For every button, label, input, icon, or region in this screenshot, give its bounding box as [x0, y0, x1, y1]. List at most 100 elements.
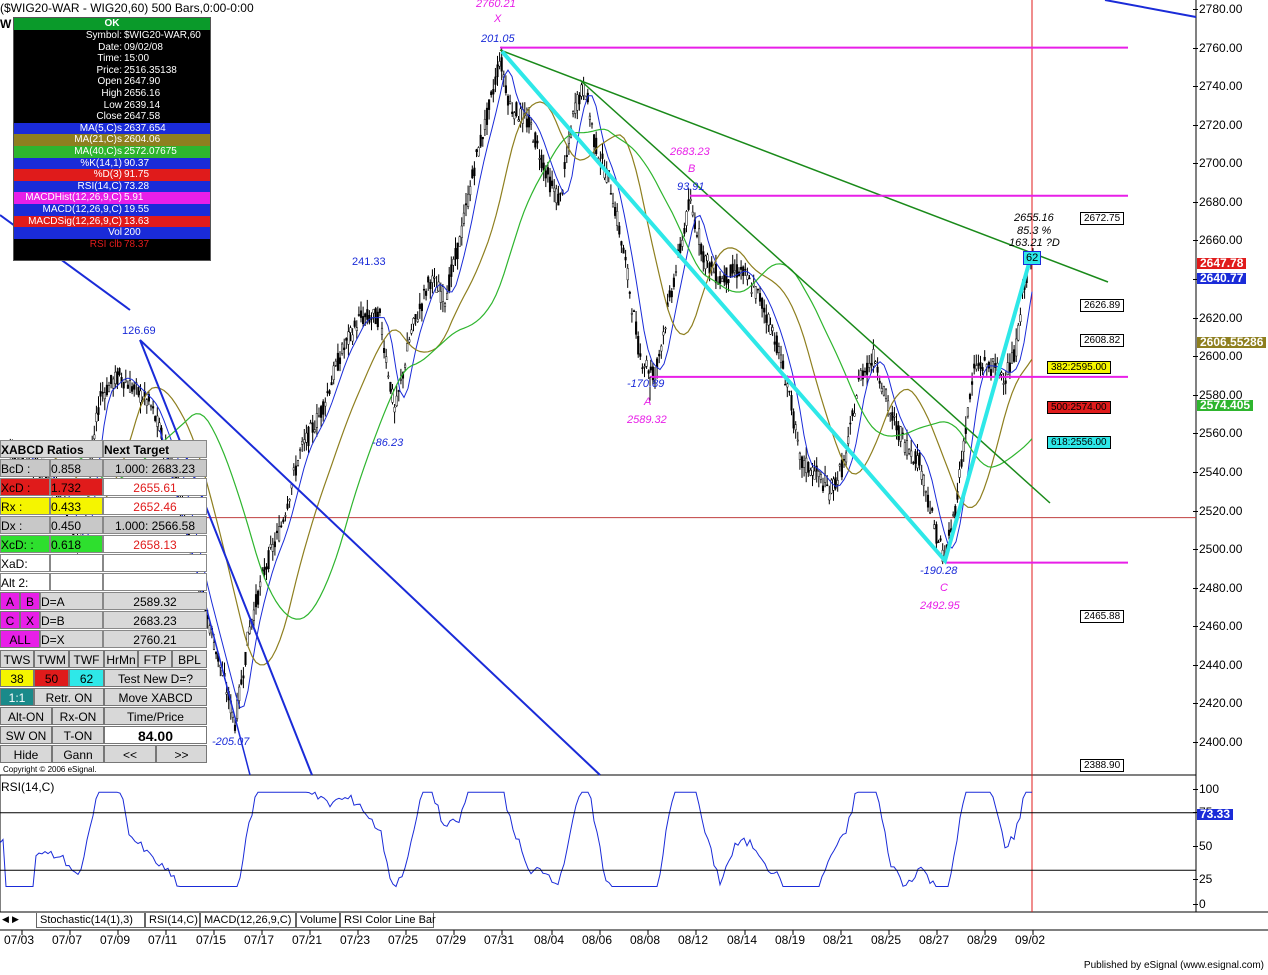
date-tick-label: 07/15	[196, 933, 227, 947]
candle-body	[800, 456, 804, 468]
cursor-row-value: 15:00	[124, 53, 150, 65]
candle-body	[551, 180, 554, 187]
candle-body	[628, 291, 631, 294]
candle-body	[548, 176, 552, 193]
tool-twm-button[interactable]: TWM	[34, 650, 69, 668]
fib-38-button[interactable]: 38	[0, 669, 34, 687]
fib-62-button[interactable]: 62	[69, 669, 104, 687]
d-target-box: 62	[1023, 251, 1042, 265]
tab-rsi-color-line-bar[interactable]: RSI Color Line Bar	[340, 913, 436, 928]
gann-button[interactable]: Gann	[52, 745, 104, 763]
candle-body	[710, 261, 713, 267]
swing-label: -205.07	[212, 736, 250, 748]
c-price-label: 2492.95	[920, 600, 960, 612]
tab-rsi-14-c-[interactable]: RSI(14,C)	[145, 913, 200, 928]
tool-tws-button[interactable]: TWS	[0, 650, 34, 668]
time-price-button[interactable]: Time/Price	[104, 707, 207, 725]
candle-body	[530, 122, 533, 125]
cursor-row-key: MA(40,C)s	[74, 145, 122, 157]
window-label: W	[0, 17, 12, 31]
test-new-d-button[interactable]: Test New D=?	[104, 669, 207, 687]
candle-body	[479, 134, 482, 147]
ratio-1-1-button[interactable]: 1:1	[0, 688, 34, 706]
ratio-value: 0.433	[50, 497, 103, 515]
tool-hrmn-button[interactable]: HrMn	[104, 650, 138, 668]
value-field[interactable]: 84.00	[104, 726, 207, 744]
candle-body	[393, 406, 396, 413]
point-a-button[interactable]: A	[0, 592, 20, 610]
next-button[interactable]: >>	[156, 745, 207, 763]
point-c-button[interactable]: C	[0, 611, 20, 629]
hide-button[interactable]: Hide	[0, 745, 52, 763]
candle-body	[641, 367, 644, 369]
cursor-row: Vol 200	[14, 227, 210, 239]
t-on-button[interactable]: T-ON	[52, 726, 104, 744]
cursor-row-key: %K(14,1)	[80, 157, 122, 169]
candle-body	[433, 277, 436, 279]
candle-body	[93, 434, 96, 440]
sw-on-button[interactable]: SW ON	[0, 726, 52, 744]
candle-body	[905, 440, 909, 456]
candle-body	[914, 451, 917, 464]
tool-twf-button[interactable]: TWF	[69, 650, 104, 668]
date-tick-label: 09/02	[1015, 933, 1046, 947]
tab-stochastic-14-1-3-[interactable]: Stochastic(14(1),3)	[36, 913, 145, 928]
date-tick-label: 07/09	[100, 933, 131, 947]
tool-bpl-button[interactable]: BPL	[172, 650, 207, 668]
point-x-button[interactable]: X	[20, 611, 40, 629]
rsi-tick-label: 100	[1192, 782, 1220, 796]
candle-body	[924, 490, 927, 493]
candle-body	[908, 448, 911, 454]
candle-body	[630, 312, 633, 315]
cursor-row-key: High	[101, 87, 122, 99]
tab-scroll-left-icon[interactable]: ◀	[2, 915, 9, 924]
point-b-button[interactable]: B	[20, 592, 40, 610]
candle-body	[689, 198, 692, 202]
rsi-tick-label: 25	[1192, 872, 1213, 886]
retr-on-button[interactable]: Retr. ON	[34, 688, 104, 706]
tab-macd-12-26-9-c-[interactable]: MACD(12,26,9,C)	[200, 913, 296, 928]
fib-50-button[interactable]: 50	[34, 669, 69, 687]
candle-body	[536, 140, 539, 144]
price-tick-label: 2420.00	[1192, 696, 1243, 711]
candle-body	[679, 243, 682, 254]
alt-on-button[interactable]: Alt-ON	[0, 707, 52, 725]
date-tick-label: 08/25	[871, 933, 902, 947]
candle-body	[685, 211, 688, 226]
candle-body	[620, 241, 623, 246]
cursor-row-key: Price:	[96, 64, 122, 76]
candle-body	[794, 424, 797, 431]
candle-body	[309, 422, 312, 425]
cursor-row: Price: 2516.35138	[14, 64, 210, 77]
candle-body	[328, 390, 331, 395]
candle-body	[208, 625, 211, 634]
candle-body	[450, 264, 453, 277]
cursor-row-key: RSI clb	[89, 238, 122, 250]
candle-body	[534, 132, 537, 148]
tool-ftp-button[interactable]: FTP	[138, 650, 172, 668]
candle-body	[933, 524, 936, 529]
tab-volume[interactable]: Volume	[296, 913, 340, 928]
cursor-window-status[interactable]: OK	[14, 18, 210, 30]
candle-body	[658, 353, 661, 357]
cursor-row-value: 73.28	[124, 180, 150, 192]
swing-label: 126.69	[122, 325, 156, 337]
candle-body	[263, 567, 266, 575]
candle-body	[305, 432, 308, 443]
point-all-button[interactable]: ALL	[0, 630, 40, 648]
rx-on-button[interactable]: Rx-ON	[52, 707, 104, 725]
prev-button[interactable]: <<	[104, 745, 156, 763]
cursor-row-value: 200	[124, 227, 141, 239]
move-xabcd-button[interactable]: Move XABCD	[104, 688, 207, 706]
tab-scroll-right-icon[interactable]: ▶	[12, 915, 19, 924]
b-point-label: B	[688, 163, 696, 175]
candle-body	[473, 167, 476, 177]
candle-body	[320, 406, 323, 418]
candle-body	[712, 271, 715, 274]
candle-body	[299, 449, 302, 451]
swing-label: 241.33	[352, 256, 386, 268]
candle-body	[460, 225, 463, 238]
candle-body	[338, 357, 342, 364]
candle-body	[809, 470, 812, 476]
candle-body	[874, 361, 877, 364]
